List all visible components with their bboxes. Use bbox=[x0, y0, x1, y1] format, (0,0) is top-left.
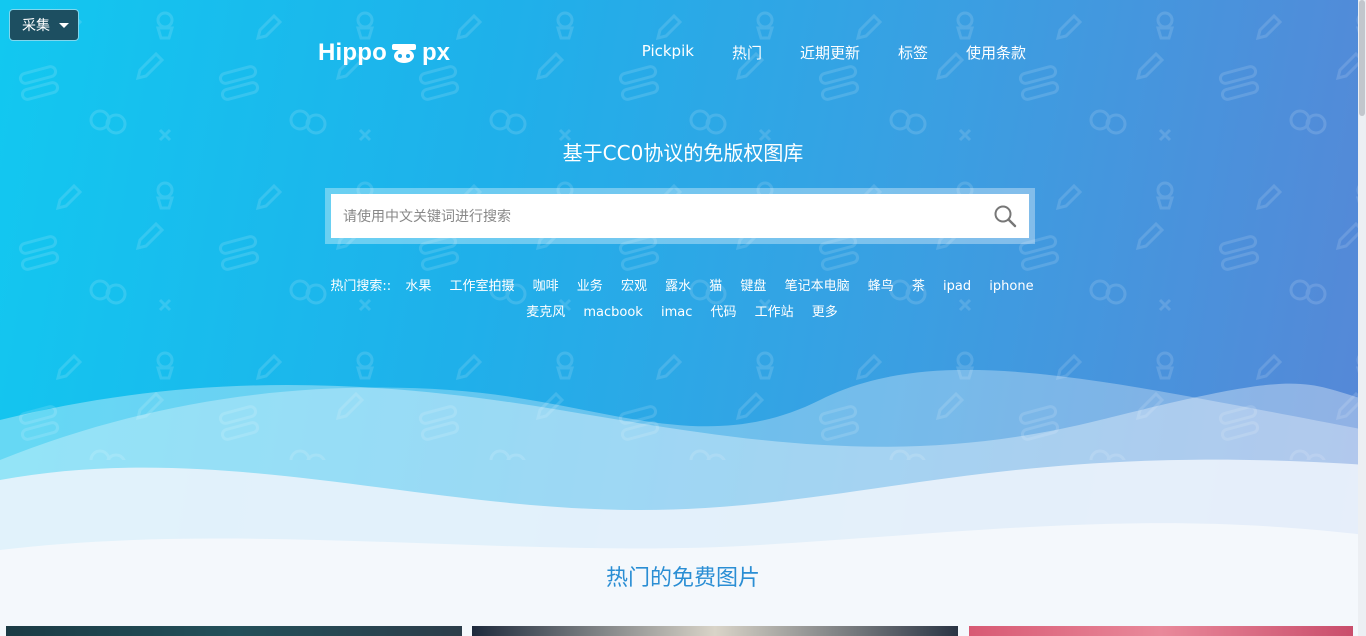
nav-item-tags[interactable]: 标签 bbox=[898, 42, 928, 63]
page-scrollbar[interactable] bbox=[1358, 0, 1366, 636]
hot-search-item[interactable]: imac bbox=[661, 305, 692, 320]
hippo-logo-icon bbox=[391, 44, 416, 63]
collect-button-label: 采集 bbox=[22, 18, 50, 34]
hot-search-item[interactable]: 猫 bbox=[709, 279, 722, 294]
scrollbar-thumb[interactable] bbox=[1359, 0, 1365, 116]
hot-search-more[interactable]: 更多 bbox=[812, 305, 838, 320]
hot-search-item[interactable]: 宏观 bbox=[621, 279, 647, 294]
hot-search-list: 热门搜索:: 水果 工作室拍摄 咖啡 业务 宏观 露水 猫 键盘 笔记本电脑 蜂… bbox=[312, 274, 1052, 326]
hot-search-item[interactable]: 键盘 bbox=[740, 279, 766, 294]
hot-search-item[interactable]: 代码 bbox=[710, 305, 736, 320]
section-title: 热门的免费图片 bbox=[605, 566, 760, 591]
hot-search-item[interactable]: macbook bbox=[583, 305, 642, 320]
hot-search-item[interactable]: 业务 bbox=[577, 279, 603, 294]
wave-decoration bbox=[0, 369, 1366, 636]
hot-search-item[interactable]: 笔记本电脑 bbox=[785, 279, 850, 294]
collect-dropdown-button[interactable]: 采集 bbox=[9, 9, 79, 41]
search-icon[interactable] bbox=[993, 204, 1017, 228]
search-bar bbox=[325, 188, 1035, 244]
hot-search-item[interactable]: 工作站 bbox=[755, 305, 794, 320]
hot-search-item[interactable]: 茶 bbox=[912, 279, 925, 294]
hot-search-item[interactable]: 水果 bbox=[405, 279, 431, 294]
hero-banner: 采集 Hippo px Pickpik 热门 近期更新 标签 使用条款 基于CC… bbox=[0, 0, 1366, 636]
hot-search-item[interactable]: ipad bbox=[943, 279, 971, 294]
hot-search-item[interactable]: 咖啡 bbox=[533, 279, 559, 294]
image-grid bbox=[0, 626, 1366, 636]
hot-search-item[interactable]: iphone bbox=[989, 279, 1033, 294]
hot-search-item[interactable]: 蜂鸟 bbox=[868, 279, 894, 294]
search-input[interactable] bbox=[331, 194, 985, 240]
hero-tagline: 基于CC0协议的免版权图库 bbox=[562, 141, 804, 165]
image-thumbnail[interactable] bbox=[969, 626, 1353, 636]
hot-search-item[interactable]: 露水 bbox=[665, 279, 691, 294]
search-box bbox=[331, 194, 1029, 240]
image-thumbnail[interactable] bbox=[6, 626, 462, 636]
site-logo[interactable]: Hippo px bbox=[318, 38, 450, 68]
logo-text-left: Hippo bbox=[318, 39, 387, 66]
hot-search-label: 热门搜索:: bbox=[330, 279, 392, 294]
caret-down-icon bbox=[59, 23, 69, 28]
nav-item-popular[interactable]: 热门 bbox=[732, 42, 762, 63]
image-thumbnail[interactable] bbox=[472, 626, 958, 636]
hot-search-item[interactable]: 工作室拍摄 bbox=[449, 279, 514, 294]
main-nav: Pickpik 热门 近期更新 标签 使用条款 bbox=[604, 42, 1026, 63]
nav-item-recent[interactable]: 近期更新 bbox=[800, 42, 860, 63]
nav-item-pickpik[interactable]: Pickpik bbox=[642, 42, 694, 63]
hot-search-item[interactable]: 麦克风 bbox=[526, 305, 565, 320]
logo-text-right: px bbox=[421, 39, 450, 66]
nav-item-terms[interactable]: 使用条款 bbox=[966, 42, 1026, 63]
